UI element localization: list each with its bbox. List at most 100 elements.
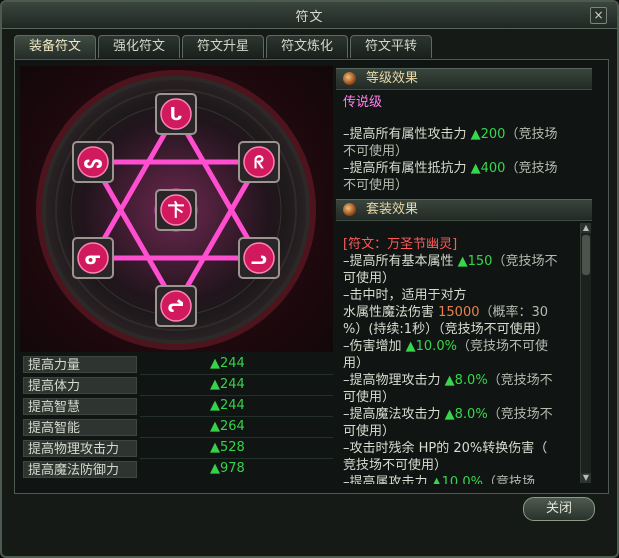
effect-text: %）(持续:1秒）（竞技场不可使用） (343, 322, 549, 337)
effect-note: （概率：30 (479, 305, 549, 320)
rune-slot[interactable]: ᖇ (238, 141, 280, 183)
stat-row: 提高力量 ▲244 (20, 354, 333, 375)
rune-glyph: ᓂ (85, 249, 102, 269)
orb-icon (343, 72, 356, 85)
rune-glyph: ᔕ (83, 153, 102, 173)
effect-text: 可使用） (343, 271, 396, 286)
effect-text: 水属性魔法伤害 (343, 305, 439, 320)
orb-icon (343, 203, 356, 216)
effect-note: （竞技场 (482, 475, 535, 484)
stat-row: 提高智慧 ▲244 (20, 396, 333, 417)
rune-glyph: ᓗ (251, 249, 267, 269)
rune-window: 符文 × 装备符文 强化符文 符文升星 符文炼化 符文平转 ᒐ ᖇ ᓗ ᖠ ᓂ … (0, 0, 619, 558)
effect-value: ▲150 (457, 254, 493, 269)
tab-equip-rune[interactable]: 装备符文 (14, 35, 96, 59)
effect-text: –攻击时残余 HP的 20%转换伤害（ (343, 441, 548, 456)
tab-enhance-rune[interactable]: 强化符文 (98, 35, 180, 58)
effect-note: 不可使用） (343, 144, 409, 159)
set-effect-line: 可使用） (343, 270, 578, 287)
effect-text: –提高属攻击力 (343, 475, 432, 484)
effect-text: –提高物理攻击力 (343, 373, 445, 388)
stat-value: ▲244 (210, 377, 245, 392)
effect-text: 竞技场不可使用） (343, 458, 448, 473)
window-title: 符文 (295, 10, 324, 25)
set-effect-line: 可使用） (343, 423, 578, 440)
effect-note: （竞技场不 (487, 373, 553, 388)
effect-text: –提高所有属性抵抗力 (343, 161, 471, 176)
level-effect-header: 等级效果 (336, 68, 592, 90)
effect-note: 不可使用） (343, 178, 409, 193)
stat-value: ▲978 (210, 461, 245, 476)
set-effect-line: –提高所有基本属性 ▲150（竞技场不 (343, 253, 578, 270)
rune-glyph: ᖇ (254, 153, 264, 173)
set-effect-line: 竞技场不可使用） (343, 457, 578, 474)
effect-note: （竞技场不可使 (456, 339, 548, 354)
effect-text: 用） (343, 356, 370, 371)
close-button[interactable]: 关闭 (523, 497, 595, 521)
set-effect-line: –提高属攻击力 ▲10.0%（竞技场 (343, 474, 578, 484)
stat-row: 提高物理攻击力 ▲528 (20, 438, 333, 459)
rune-glyph: ᖠ (168, 297, 185, 317)
effect-note: （竞技场 (505, 127, 558, 142)
scroll-thumb[interactable] (582, 235, 590, 275)
tab-rune-transfer[interactable]: 符文平转 (350, 35, 432, 58)
effect-text: –击中时，适用于对方 (343, 288, 467, 303)
level-effect-text: –提高所有属性攻击力 ▲200（竞技场 不可使用） –提高所有属性抵抗力 ▲40… (343, 126, 583, 194)
set-effect-line: –提高物理攻击力 ▲8.0%（竞技场不 (343, 372, 578, 389)
stat-value: ▲528 (210, 440, 245, 455)
set-effect-line: 用） (343, 355, 578, 372)
effect-value: ▲400 (470, 161, 506, 176)
set-effect-scroll-area[interactable]: [符文：万圣节幽灵] –提高所有基本属性 ▲150（竞技场不 可使用） –击中时，适… (336, 222, 592, 484)
scroll-down-icon[interactable]: ▼ (581, 473, 591, 483)
close-icon[interactable]: × (590, 7, 607, 24)
rune-slot[interactable]: ᔕ (72, 141, 114, 183)
rune-glyph: ᒐ (170, 105, 183, 125)
effect-value: 15000 (438, 305, 480, 320)
effect-note: （竞技场不 (487, 407, 553, 422)
set-effect-line: 可使用） (343, 389, 578, 406)
stat-label: 提高物理攻击力 (23, 440, 137, 457)
set-effect-header: 套装效果 (336, 199, 592, 221)
effect-text: 可使用） (343, 390, 396, 405)
scroll-up-icon[interactable]: ▲ (581, 223, 591, 233)
rune-slot[interactable]: ᓗ (238, 237, 280, 279)
tab-rune-refine[interactable]: 符文炼化 (266, 35, 348, 58)
scrollbar[interactable]: ▲ ▼ (580, 223, 591, 483)
stat-label: 提高魔法防御力 (23, 461, 137, 478)
stat-row: 提高智能 ▲264 (20, 417, 333, 438)
stat-label: 提高体力 (23, 377, 137, 394)
set-effect-line: 水属性魔法伤害 15000（概率：30 (343, 304, 578, 321)
rune-glyph: 卞 (168, 200, 185, 221)
set-effect-line: –伤害增加 ▲10.0%（竞技场不可使 (343, 338, 578, 355)
rune-slot[interactable]: ᖠ (155, 285, 197, 327)
stat-value: ▲244 (210, 398, 245, 413)
stat-value: ▲244 (210, 356, 245, 371)
rune-circle-panel: ᒐ ᖇ ᓗ ᖠ ᓂ ᔕ 卞 (20, 66, 333, 352)
stat-row: 提高体力 ▲244 (20, 375, 333, 396)
set-effect-line: –提高魔法攻击力 ▲8.0%（竞技场不 (343, 406, 578, 423)
title-bar[interactable]: 符文 × (2, 2, 617, 29)
effect-note: （竞技场 (505, 161, 558, 176)
rune-slot[interactable]: 卞 (155, 189, 197, 231)
effect-value: ▲10.0% (431, 475, 483, 484)
effect-value: ▲200 (470, 127, 506, 142)
stat-label: 提高智能 (23, 419, 137, 436)
effect-note: （竞技场不 (492, 254, 558, 269)
effect-text: –提高所有属性攻击力 (343, 127, 471, 142)
set-effect-text: [符文：万圣节幽灵] –提高所有基本属性 ▲150（竞技场不 可使用） –击中时，适… (343, 236, 578, 484)
stat-label: 提高智慧 (23, 398, 137, 415)
effect-text: –提高所有基本属性 (343, 254, 458, 269)
rune-circle-graphic: ᒐ ᖇ ᓗ ᖠ ᓂ ᔕ 卞 (36, 70, 316, 350)
effect-text: –提高魔法攻击力 (343, 407, 445, 422)
tab-rune-star[interactable]: 符文升星 (182, 35, 264, 58)
set-effect-line: –击中时，适用于对方 (343, 287, 578, 304)
stat-row: 提高魔法防御力 ▲978 (20, 459, 333, 480)
set-effect-line: %）(持续:1秒）（竞技场不可使用） (343, 321, 578, 338)
stat-label: 提高力量 (23, 356, 137, 373)
rune-slot[interactable]: ᒐ (155, 93, 197, 135)
stat-list: 提高力量 ▲244 提高体力 ▲244 提高智慧 ▲244 提高智能 ▲264 … (20, 354, 333, 480)
effect-value: ▲10.0% (405, 339, 457, 354)
set-name: [符文：万圣节幽灵] (343, 237, 458, 252)
rune-slot[interactable]: ᓂ (72, 237, 114, 279)
stat-value: ▲264 (210, 419, 245, 434)
